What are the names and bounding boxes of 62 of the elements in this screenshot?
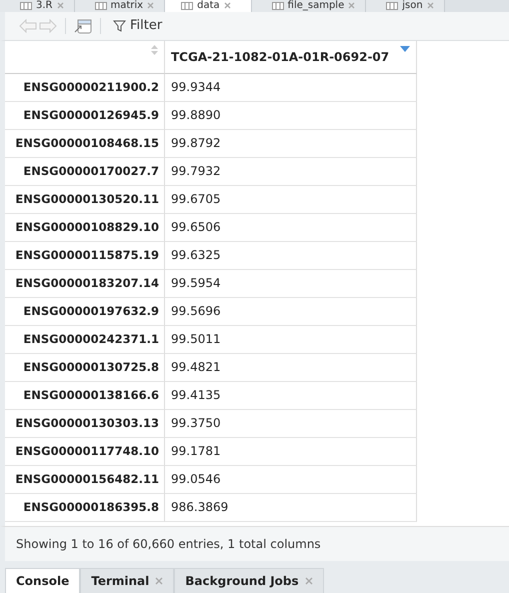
row-name-cell: ENSG00000197632.9 <box>5 298 165 326</box>
filter-button[interactable]: Filter <box>109 18 166 34</box>
row-name-cell: ENSG00000130520.11 <box>5 186 165 214</box>
table-icon <box>181 2 194 10</box>
table-cell: 99.8890 <box>165 102 417 130</box>
panel-tab[interactable]: Terminal <box>80 568 174 593</box>
table-cell: 99.4821 <box>165 354 417 382</box>
table-cell: 99.6506 <box>165 214 417 242</box>
row-name-cell: ENSG00000211900.2 <box>5 74 165 102</box>
row-name-cell: ENSG00000170027.7 <box>5 158 165 186</box>
table-cell: 99.8792 <box>165 130 417 158</box>
table-cell: 99.4135 <box>165 382 417 410</box>
table-cell: 99.7932 <box>165 158 417 186</box>
sort-icon <box>151 44 158 56</box>
table-cell: 99.5954 <box>165 270 417 298</box>
table-cell: 99.5011 <box>165 326 417 354</box>
table-cell: 99.9344 <box>165 74 417 102</box>
table-cell: 99.1781 <box>165 438 417 466</box>
table-cell: 99.0546 <box>165 466 417 494</box>
editor-tab[interactable]: data <box>165 0 252 12</box>
forward-arrow-icon[interactable] <box>39 18 57 33</box>
row-name-cell: ENSG00000117748.10 <box>5 438 165 466</box>
row-name-cell: ENSG00000138166.6 <box>5 382 165 410</box>
table-cell: 99.6325 <box>165 242 417 270</box>
table-icon <box>20 2 32 10</box>
editor-tab[interactable]: 3.R <box>0 0 74 12</box>
close-icon[interactable] <box>348 2 356 10</box>
back-arrow-icon[interactable] <box>19 18 37 33</box>
row-name-cell: ENSG00000126945.9 <box>5 102 165 130</box>
table-cell: 99.5696 <box>165 298 417 326</box>
row-name-cell: ENSG00000183207.14 <box>5 270 165 298</box>
table-icon <box>94 2 106 10</box>
popout-icon[interactable] <box>74 18 92 34</box>
editor-tab[interactable]: matrix <box>74 0 166 12</box>
row-name-cell: ENSG00000156482.11 <box>5 466 165 494</box>
editor-tab[interactable]: file_sample <box>252 0 366 12</box>
column-header[interactable]: TCGA-21-1082-01A-01R-0692-07 <box>165 40 417 74</box>
column-header[interactable] <box>5 40 165 74</box>
table-cell: 986.3869 <box>165 494 417 522</box>
panel-tab[interactable]: Console <box>5 568 80 593</box>
close-icon[interactable] <box>304 577 313 586</box>
row-name-cell: ENSG00000186395.8 <box>5 494 165 522</box>
row-name-cell: ENSG00000130303.13 <box>5 410 165 438</box>
editor-tab[interactable]: json <box>366 0 445 12</box>
table-cell: 99.3750 <box>165 410 417 438</box>
close-icon[interactable] <box>147 2 154 10</box>
close-icon[interactable] <box>224 2 231 10</box>
table-icon <box>272 2 284 10</box>
close-icon[interactable] <box>426 2 434 10</box>
row-name-cell: ENSG00000130725.8 <box>5 354 165 382</box>
sort-descending-icon <box>400 46 410 52</box>
filter-icon <box>113 20 126 32</box>
close-icon[interactable] <box>155 577 164 586</box>
table-icon <box>386 2 398 10</box>
status-text: Showing 1 to 16 of 60,660 entries, 1 total columns <box>0 526 509 562</box>
row-name-cell: ENSG00000108829.10 <box>5 214 165 242</box>
row-name-cell: ENSG00000242371.1 <box>5 326 165 354</box>
panel-tab[interactable]: Background Jobs <box>174 568 324 593</box>
row-name-cell: ENSG00000115875.19 <box>5 242 165 270</box>
close-icon[interactable] <box>56 2 64 10</box>
row-name-cell: ENSG00000108468.15 <box>5 130 165 158</box>
table-cell: 99.6705 <box>165 186 417 214</box>
